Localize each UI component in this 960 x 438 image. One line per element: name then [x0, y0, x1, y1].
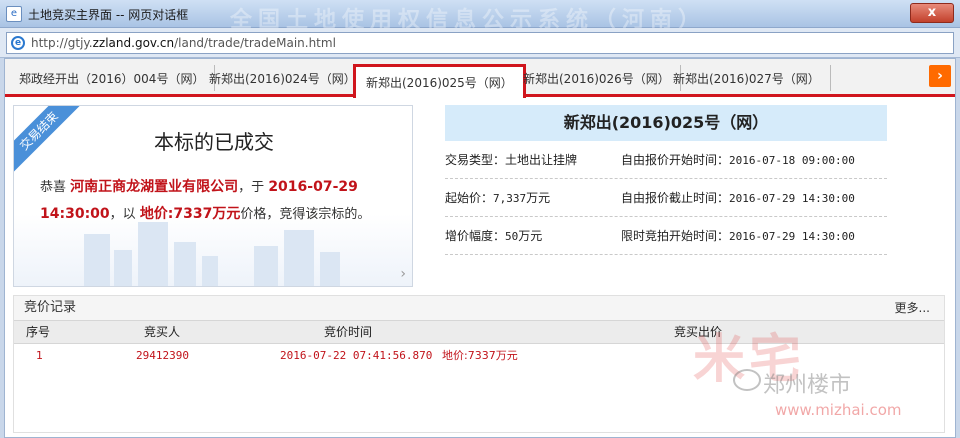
- bid-records-title: 竞价记录: [24, 300, 77, 315]
- table-row: 1 29412390 2016-07-22 07:41:56.870 地价:73…: [14, 344, 944, 368]
- address-bar: e http://gtjy.zzland.gov.cn/land/trade/t…: [0, 28, 960, 58]
- transaction-type: 交易类型：土地出让挂牌: [445, 153, 578, 167]
- col-price: 竞买出价: [674, 325, 723, 339]
- bid-table-header: 序号 竞买人 竞价时间 竞买出价: [14, 320, 944, 344]
- lot-info-panel: 新郑出(2016)025号（网） 交易类型：土地出让挂牌 自由报价开始时间：20…: [445, 105, 887, 255]
- bid-records: 竞价记录 更多... 序号 竞买人 竞价时间 竞买出价 1 29412390 2…: [13, 295, 945, 433]
- info-row: 增价幅度：50万元 限时竞拍开始时间：2016-07-29 14:30:00: [445, 217, 887, 255]
- tab-lot-024[interactable]: 新郑出(2016)024号（网）: [199, 65, 367, 91]
- window-titlebar: e 土地竞买主界面 -- 网页对话框 全国土地使用权信息公示系统（河南） x: [0, 0, 960, 33]
- start-price-value: 7,337: [493, 192, 527, 205]
- free-bid-start-label: 自由报价开始时间：: [621, 153, 730, 167]
- timed-auction-start-value: 2016-07-29 14:30:00: [729, 230, 855, 243]
- tab-lot-026[interactable]: 新郑出(2016)026号（网）: [513, 65, 681, 91]
- window-title: 土地竞买主界面 -- 网页对话框: [28, 8, 189, 22]
- bid-records-header: 竞价记录 更多...: [14, 296, 944, 320]
- timed-auction-start-label: 限时竞拍开始时间：: [621, 229, 730, 243]
- deal-price: 地价:7337万元: [139, 206, 241, 222]
- tab-lot-027[interactable]: 新郑出(2016)027号（网）: [663, 65, 831, 91]
- chevron-right-icon[interactable]: ›: [400, 266, 406, 282]
- start-price-label: 起始价：: [445, 191, 494, 205]
- deal-result-panel: 交易结束 本标的已成交 恭喜 河南正商龙湖置业有限公司，于 2016-07-29…: [13, 105, 413, 287]
- winning-bidder: 河南正商龙湖置业有限公司: [70, 179, 239, 195]
- lot-tabs: 郑政经开出（2016）004号（网） 新郑出(2016)024号（网） 新郑出(…: [5, 59, 955, 98]
- free-bid-end-value: 2016-07-29 14:30:00: [729, 192, 855, 205]
- col-no: 序号: [26, 325, 51, 339]
- dialog-content: 郑政经开出（2016）004号（网） 新郑出(2016)024号（网） 新郑出(…: [4, 58, 956, 438]
- browser-app-icon: e: [6, 6, 22, 22]
- result-title: 本标的已成交: [154, 130, 274, 154]
- bid-bidder: 29412390: [136, 349, 189, 362]
- chevron-right-icon[interactable]: ›: [929, 65, 951, 87]
- free-bid-end-label: 自由报价截止时间：: [621, 191, 730, 205]
- tab-lot-025[interactable]: 新郑出(2016)025号（网）: [353, 64, 526, 98]
- increment-value: 50: [505, 230, 519, 243]
- info-row: 交易类型：土地出让挂牌 自由报价开始时间：2016-07-18 09:00:00: [445, 141, 887, 179]
- lot-heading: 新郑出(2016)025号（网）: [445, 105, 887, 141]
- info-row: 起始价：7,337万元 自由报价截止时间：2016-07-29 14:30:00: [445, 179, 887, 217]
- more-link[interactable]: 更多...: [895, 296, 930, 320]
- col-bidder: 竞买人: [144, 325, 181, 339]
- ie-page-icon: e: [11, 36, 25, 50]
- free-bid-start-value: 2016-07-18 09:00:00: [729, 154, 855, 167]
- bid-price: 地价:7337万元: [442, 349, 518, 362]
- close-button[interactable]: x: [910, 3, 954, 23]
- tab-lot-004[interactable]: 郑政经开出（2016）004号（网）: [9, 65, 216, 91]
- col-time: 竞价时间: [324, 325, 373, 339]
- bid-time: 2016-07-22 07:41:56.870: [280, 349, 433, 362]
- increment-label: 增价幅度：: [445, 229, 506, 243]
- url-field[interactable]: e http://gtjy.zzland.gov.cn/land/trade/t…: [6, 32, 954, 54]
- url-text: http://gtjy.zzland.gov.cn/land/trade/tra…: [31, 36, 336, 50]
- result-message: 恭喜 河南正商龙湖置业有限公司，于 2016-07-29 14:30:00，以 …: [40, 179, 371, 222]
- bid-no: 1: [36, 349, 43, 362]
